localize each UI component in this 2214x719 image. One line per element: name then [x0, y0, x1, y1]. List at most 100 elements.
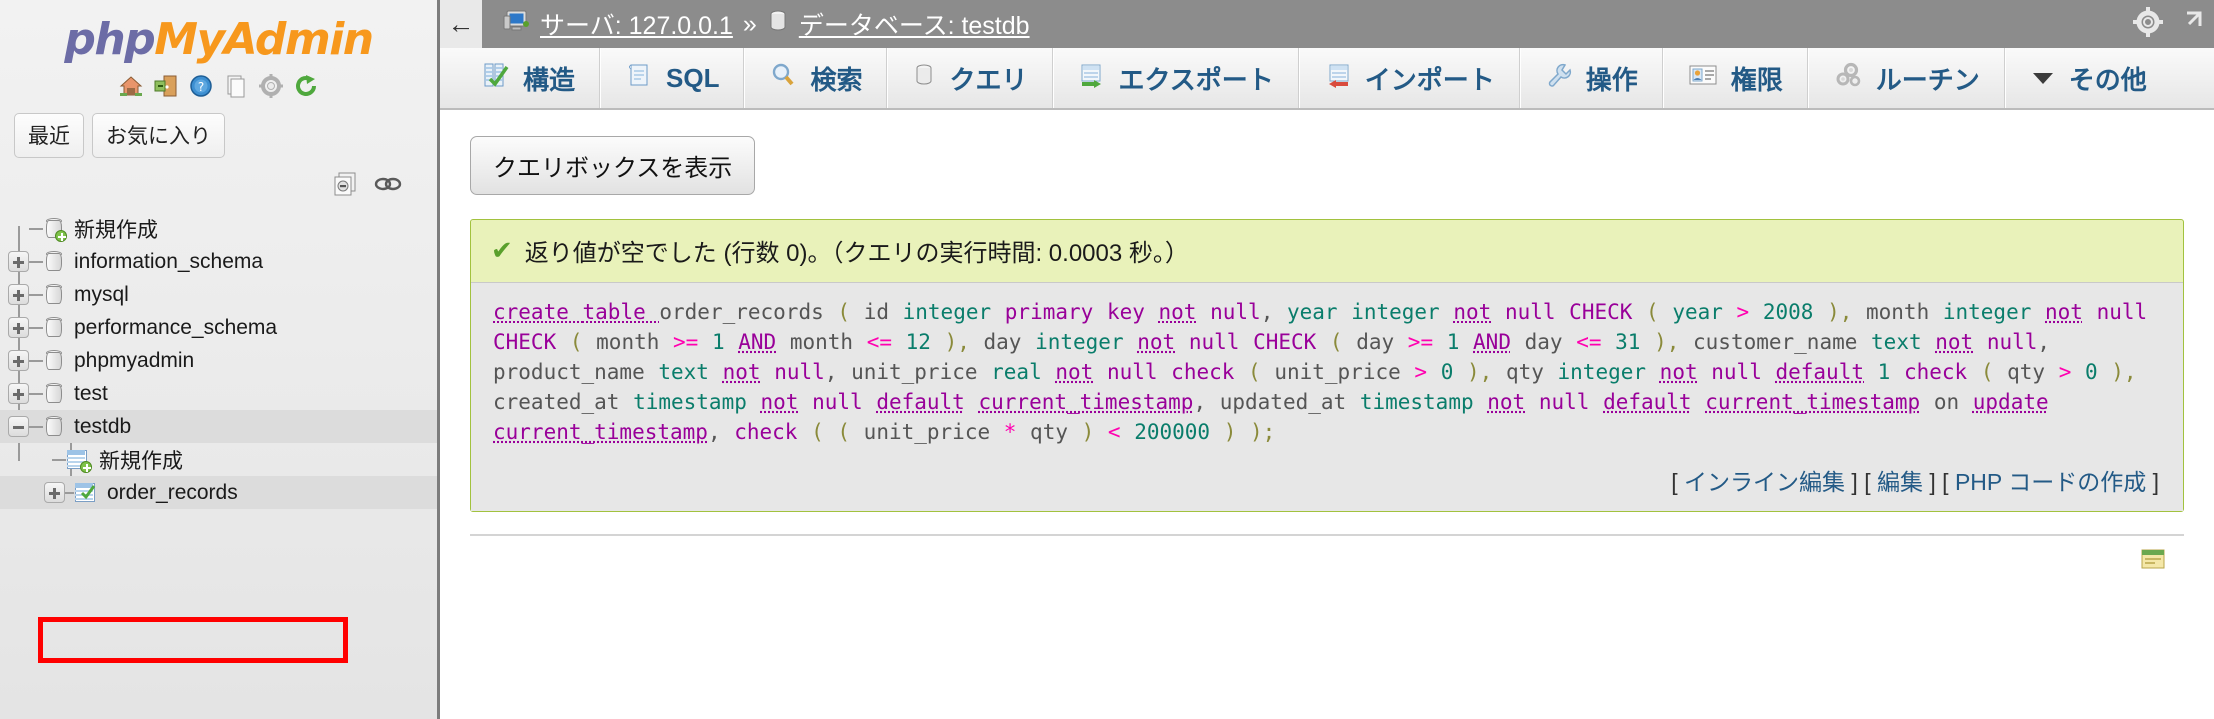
- tab-search[interactable]: 検索: [744, 48, 888, 108]
- tree-item-new-table[interactable]: 新規作成: [0, 443, 437, 476]
- expand-icon[interactable]: [8, 383, 29, 404]
- reload-icon[interactable]: [293, 73, 319, 99]
- sql-token: updated_at: [1219, 390, 1360, 414]
- sql-token: 200000: [1134, 420, 1224, 444]
- sql-token: 0: [2084, 360, 2112, 384]
- tree-item-testdb[interactable]: testdb: [0, 410, 437, 443]
- sql-token: month: [596, 330, 674, 354]
- sql-line: created_at timestamp not null default cu…: [493, 387, 2161, 417]
- tab-label: エクスポート: [1118, 64, 1274, 95]
- sql-token: CHECK: [1569, 300, 1647, 324]
- expand-icon[interactable]: [8, 350, 29, 371]
- collapse-all-icon[interactable]: [332, 170, 359, 202]
- tab-label: 操作: [1585, 64, 1638, 95]
- edit-link-group: [ 編集 ]: [1864, 469, 1936, 495]
- settings-gear-icon[interactable]: [2132, 6, 2164, 43]
- breadcrumb-server[interactable]: サーバ: 127.0.0.1: [540, 6, 733, 42]
- tree-item-order-records[interactable]: order_records: [0, 476, 437, 509]
- sql-token: day: [1356, 330, 1408, 354]
- breadcrumb-database[interactable]: データベース: testdb: [799, 6, 1030, 42]
- settings-gear-icon[interactable]: [258, 73, 284, 99]
- sql-token: table: [582, 300, 660, 324]
- logo-myadmin-text: MyAdmin: [154, 14, 374, 65]
- database-icon: [767, 8, 789, 41]
- result-message-text: 返り値が空でした (行数 0)。（クエリの実行時間: 0.0003 秒。）: [524, 240, 1189, 267]
- executed-sql-statement[interactable]: create table order_records ( id integer …: [471, 282, 2183, 459]
- inline-edit-link[interactable]: インライン編集: [1684, 469, 1845, 495]
- search-icon: [769, 62, 797, 95]
- sql-token: null: [1986, 330, 2038, 354]
- tree-connector: [52, 458, 66, 461]
- sql-token: (: [1248, 360, 1275, 384]
- tree-connector: [29, 425, 43, 428]
- sql-token: ),: [1654, 330, 1694, 354]
- sql-token: (: [1980, 360, 2008, 384]
- tree-item-information-schema[interactable]: information_schema: [0, 245, 437, 278]
- sql-token: not: [2045, 300, 2083, 324]
- tab-privileges[interactable]: 権限: [1662, 48, 1808, 108]
- sql-token: not: [722, 360, 761, 384]
- edit-link[interactable]: 編集: [1877, 469, 1923, 495]
- server-icon: [502, 8, 530, 41]
- tree-item-label: performance_schema: [74, 315, 278, 339]
- tree-item-phpmyadmin[interactable]: phpmyadmin: [0, 344, 437, 377]
- tree-item-test[interactable]: test: [0, 377, 437, 410]
- tab-recent[interactable]: 最近: [14, 113, 84, 158]
- chevron-down-icon: [2030, 63, 2056, 94]
- expand-icon[interactable]: [44, 482, 65, 503]
- tab-label: インポート: [1364, 64, 1495, 95]
- sql-token: current_timestamp: [978, 390, 1194, 414]
- sql-token: not: [1137, 330, 1176, 354]
- console-toggle-icon[interactable]: [2140, 548, 2166, 577]
- sql-token: 0: [1440, 360, 1467, 384]
- new-table-icon: [66, 449, 92, 473]
- tab-import[interactable]: インポート: [1298, 48, 1520, 108]
- tab-export[interactable]: エクスポート: [1052, 48, 1299, 108]
- expand-icon[interactable]: [8, 251, 29, 272]
- docs-icon[interactable]: [223, 73, 249, 99]
- tab-operations[interactable]: 操作: [1519, 48, 1663, 108]
- external-link-icon[interactable]: [2178, 9, 2204, 40]
- link-with-main-icon[interactable]: [373, 174, 403, 199]
- back-button[interactable]: ←: [440, 0, 482, 48]
- tree-item-mysql[interactable]: mysql: [0, 278, 437, 311]
- expand-icon[interactable]: [8, 317, 29, 338]
- sql-token: integer: [902, 300, 1005, 324]
- sql-token: null: [774, 360, 825, 384]
- sql-token: ,: [707, 420, 735, 444]
- tree-item-label: information_schema: [74, 249, 264, 273]
- tree-item-new-database[interactable]: 新規作成: [0, 212, 437, 245]
- sql-token: ): [1081, 420, 1108, 444]
- phpmyadmin-logo[interactable]: phpMyAdmin: [0, 0, 437, 65]
- tab-favorites[interactable]: お気に入り: [92, 113, 225, 158]
- sql-token: ,: [1193, 390, 1220, 414]
- tab-query[interactable]: クエリ: [887, 48, 1053, 108]
- tree-item-label: mysql: [74, 282, 129, 306]
- sql-token: ),: [944, 330, 984, 354]
- tab-structure[interactable]: 構造: [458, 48, 601, 108]
- tab-more[interactable]: その他: [2004, 48, 2171, 108]
- create-php-code-link[interactable]: PHP コードの作成: [1955, 469, 2146, 495]
- topbar-actions: [2132, 0, 2204, 48]
- sql-token: text: [1871, 330, 1936, 354]
- expand-icon[interactable]: [8, 284, 29, 305]
- help-icon[interactable]: ?: [188, 73, 214, 99]
- sql-token: *: [1003, 420, 1031, 444]
- tree-item-performance-schema[interactable]: performance_schema: [0, 311, 437, 344]
- home-icon[interactable]: [118, 73, 144, 99]
- sql-token: default: [1775, 360, 1864, 384]
- show-query-box-button[interactable]: クエリボックスを表示: [470, 136, 756, 195]
- tab-routines[interactable]: ルーチン: [1807, 48, 2005, 108]
- sql-action-links: [ インライン編集 ] [ 編集 ] [ PHP コードの作成 ]: [471, 459, 2183, 511]
- sql-token: qty: [2007, 360, 2059, 384]
- logout-icon[interactable]: [153, 73, 179, 99]
- sql-token: (: [1329, 330, 1357, 354]
- tab-sql[interactable]: SQL: [600, 48, 745, 108]
- sql-token: not: [1935, 330, 1974, 354]
- sql-token: day: [983, 330, 1036, 354]
- structure-icon: [482, 62, 510, 95]
- tree-item-label: 新規作成: [74, 218, 158, 242]
- collapse-icon[interactable]: [8, 416, 29, 437]
- sql-token: ),: [2111, 360, 2137, 384]
